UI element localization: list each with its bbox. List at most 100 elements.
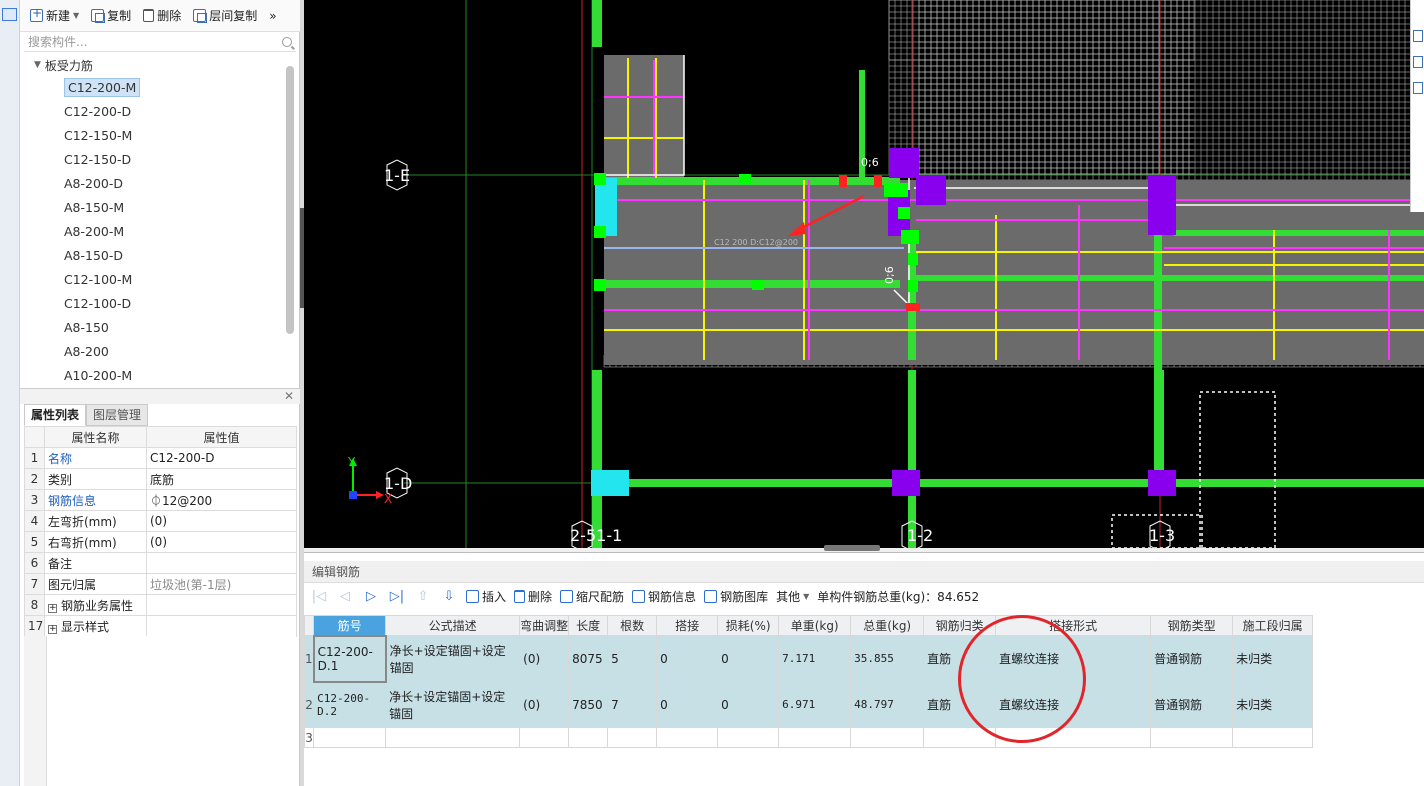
view-icon[interactable] — [1413, 30, 1423, 42]
column-header[interactable]: 长度 — [568, 615, 609, 636]
tree-root[interactable]: ▼ 板受力筋 — [24, 54, 290, 76]
tree-item[interactable]: A8-150-D — [24, 244, 290, 268]
cell-bend[interactable]: (0) — [519, 635, 570, 682]
layer-copy-button[interactable]: 层间复制 — [189, 5, 261, 27]
tab-layers[interactable]: 图层管理 — [86, 404, 149, 426]
tree-item[interactable]: C12-150-M — [24, 124, 290, 148]
property-value[interactable]: (0) — [146, 510, 297, 532]
cell-formula[interactable]: 净长+设定锚固+设定锚固 — [385, 681, 521, 728]
cell-id[interactable]: C12-200-D.2 — [313, 681, 387, 728]
cell-length[interactable]: 8075 — [568, 635, 609, 682]
property-row[interactable]: 6 备注 — [24, 552, 297, 574]
property-row[interactable]: 3 钢筋信息 ⏀12@200 — [24, 489, 297, 511]
tree-item[interactable]: A8-200-M — [24, 220, 290, 244]
new-button[interactable]: 新建▼ — [26, 5, 83, 27]
property-row[interactable]: 8 + 钢筋业务属性 — [24, 594, 297, 616]
tree-item[interactable]: A8-200-D — [24, 172, 290, 196]
tree-item[interactable]: A10-200-M — [24, 364, 290, 384]
property-value[interactable]: 底筋 — [146, 468, 297, 490]
tree-item[interactable]: C12-100-M — [24, 268, 290, 292]
property-row[interactable]: 1 名称 C12-200-D — [24, 447, 297, 469]
delete-button[interactable]: 删除 — [139, 5, 185, 27]
cell-loss[interactable]: 0 — [717, 681, 780, 728]
chevron-down-icon[interactable]: ▼ — [73, 11, 79, 20]
column-header[interactable]: 损耗(%) — [717, 615, 780, 636]
resize-handle[interactable] — [824, 545, 880, 551]
expand-icon[interactable]: ▼ — [34, 60, 41, 70]
property-row[interactable]: 4 左弯折(mm) (0) — [24, 510, 297, 532]
last-icon[interactable]: ▷| — [388, 589, 406, 604]
table-row[interactable]: 2 C12-200-D.2 净长+设定锚固+设定锚固 (0) 7850 7 0 0 6.971 4… — [303, 681, 1314, 728]
next-icon[interactable]: ▷ — [362, 589, 380, 604]
tree-item[interactable]: C12-100-D — [24, 292, 290, 316]
cell-lap[interactable]: 0 — [656, 635, 719, 682]
property-value[interactable] — [146, 615, 297, 637]
view-icon-3[interactable] — [1413, 82, 1423, 94]
column-header[interactable]: 弯曲调整 — [519, 615, 570, 636]
cell-stage[interactable]: 未归类 — [1232, 681, 1314, 728]
close-icon[interactable]: ✕ — [284, 389, 294, 403]
delete-row-button[interactable]: 删除 — [514, 588, 552, 605]
tab-properties[interactable]: 属性列表 — [24, 404, 87, 426]
tree-item[interactable]: A8-150 — [24, 316, 290, 340]
cell-length[interactable]: 7850 — [568, 681, 609, 728]
prev-icon[interactable]: ◁ — [336, 589, 354, 604]
table-row[interactable]: 1 C12-200-D.1 净长+设定锚固+设定锚固 (0) 8075 5 0 0 7.171 3… — [303, 634, 1314, 683]
property-row[interactable]: 17 + 显示样式 — [24, 615, 297, 637]
expand-icon[interactable]: + — [48, 624, 57, 634]
tree-item[interactable]: C12-200-D — [24, 100, 290, 124]
column-header[interactable]: 钢筋类型 — [1150, 615, 1234, 636]
tree-item[interactable]: C12-150-D — [24, 148, 290, 172]
cell-count[interactable]: 7 — [607, 681, 658, 728]
column-header[interactable]: 搭接 — [656, 615, 719, 636]
insert-button[interactable]: 插入 — [466, 588, 506, 605]
cell-count[interactable]: 5 — [607, 635, 658, 682]
view-icon-2[interactable] — [1413, 56, 1423, 68]
rebar-info-button[interactable]: 钢筋信息 — [632, 588, 696, 605]
column-header[interactable]: 总重(kg) — [850, 615, 925, 636]
cell-stage[interactable]: 未归类 — [1232, 635, 1314, 682]
table-row[interactable]: 3 — [303, 727, 1314, 748]
tree-scrollbar[interactable] — [286, 66, 294, 334]
property-row[interactable]: 2 类别 底筋 — [24, 468, 297, 490]
cell-loss[interactable]: 0 — [717, 635, 780, 682]
property-row[interactable]: 7 图元归属 垃圾池(第-1层) — [24, 573, 297, 595]
column-header[interactable]: 施工段归属 — [1232, 615, 1314, 636]
other-dropdown[interactable]: 其他 ▼ — [776, 588, 809, 605]
cell-total[interactable]: 48.797 — [850, 681, 925, 728]
move-up-icon[interactable]: ⇧ — [414, 589, 432, 604]
cell-bend[interactable]: (0) — [519, 681, 570, 728]
search-input[interactable]: 搜索构件... — [24, 32, 296, 52]
cell-unit[interactable]: 6.971 — [778, 681, 852, 728]
property-value[interactable]: ⏀12@200 — [146, 489, 297, 511]
cell-unit[interactable]: 7.171 — [778, 635, 852, 682]
first-icon[interactable]: |◁ — [310, 589, 328, 604]
property-value[interactable]: 垃圾池(第-1层) — [146, 573, 297, 595]
rebar-library-button[interactable]: 钢筋图库 — [704, 588, 768, 605]
property-row[interactable]: 5 右弯折(mm) (0) — [24, 531, 297, 553]
move-down-icon[interactable]: ⇩ — [440, 589, 458, 604]
copy-button[interactable]: 复制 — [87, 5, 135, 27]
cell-type[interactable]: 普通钢筋 — [1150, 635, 1234, 682]
list-view-icon[interactable] — [2, 8, 17, 21]
column-header[interactable]: 单重(kg) — [778, 615, 852, 636]
cell-formula[interactable]: 净长+设定锚固+设定锚固 — [385, 635, 521, 682]
expand-icon[interactable]: + — [48, 603, 57, 613]
cell-lap[interactable]: 0 — [656, 681, 719, 728]
property-value[interactable] — [146, 594, 297, 616]
cad-canvas[interactable]: 71850 8000 1-E 1-D 2-51-1 1-2 1-3 0;6 0;… — [304, 0, 1424, 548]
property-value[interactable]: C12-200-D — [146, 447, 297, 469]
tree-item[interactable]: A8-150-M — [24, 196, 290, 220]
tree-item[interactable]: A8-200 — [24, 340, 290, 364]
tree-item[interactable]: C12-200-M — [24, 76, 290, 100]
more-button[interactable]: » — [265, 5, 280, 27]
column-header[interactable]: 筋号 — [313, 615, 387, 636]
property-value[interactable]: (0) — [146, 531, 297, 553]
property-value[interactable] — [146, 552, 297, 574]
cell-total[interactable]: 35.855 — [850, 635, 925, 682]
column-header[interactable]: 公式描述 — [385, 615, 521, 636]
cell-id[interactable]: C12-200-D.1 — [312, 634, 387, 683]
cell-type[interactable]: 普通钢筋 — [1150, 681, 1234, 728]
scale-rebar-button[interactable]: 缩尺配筋 — [560, 588, 624, 605]
column-header[interactable]: 根数 — [607, 615, 658, 636]
